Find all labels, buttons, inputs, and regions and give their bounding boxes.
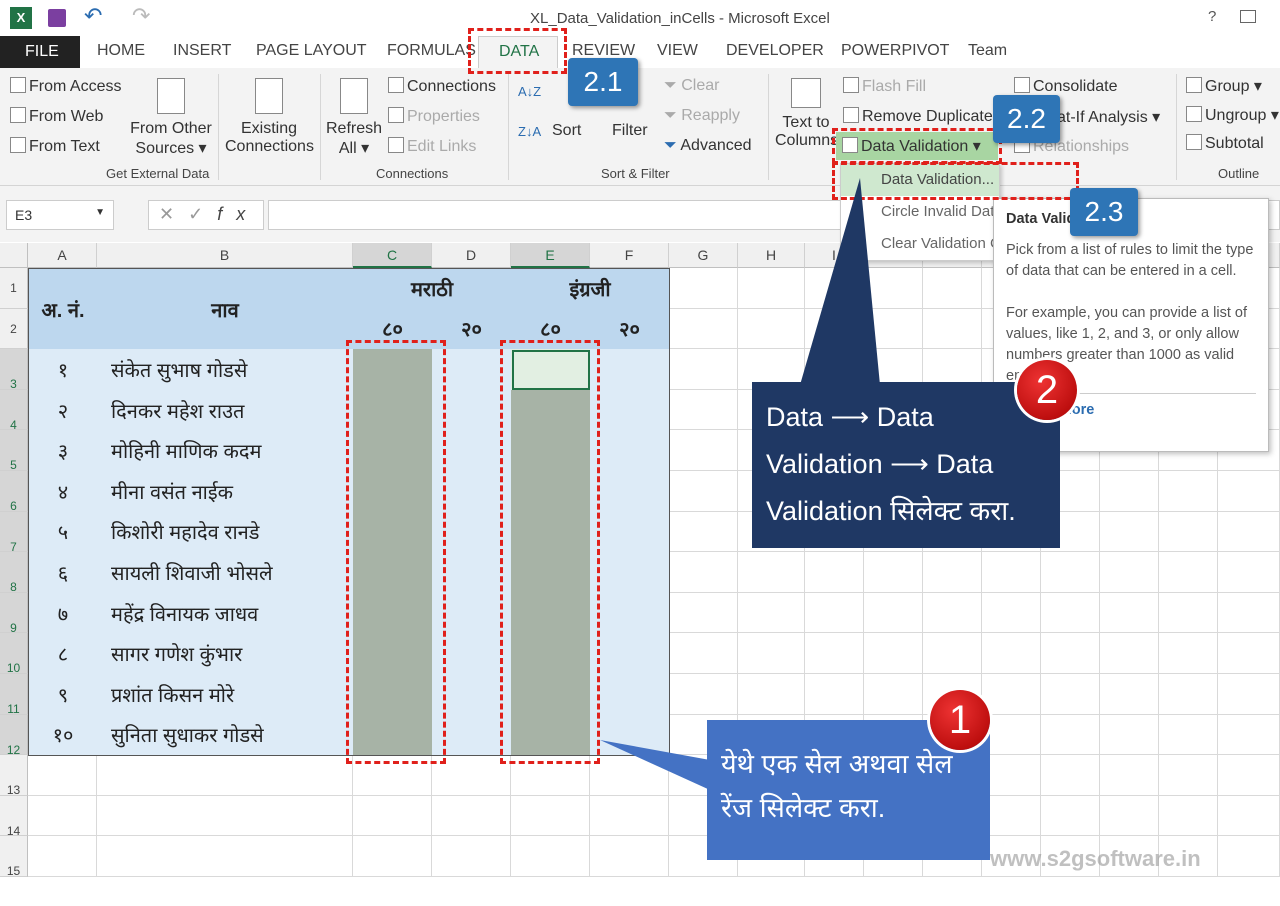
step-2-3-badge: 2.3 — [1070, 188, 1138, 236]
callout-pointers — [600, 178, 880, 790]
watermark: www.s2gsoftware.in — [990, 846, 1201, 871]
callout-1-pointer — [600, 740, 710, 790]
step-1-marker: 1 — [930, 690, 990, 750]
step-2-1-badge: 2.1 — [568, 58, 638, 106]
step-2-2-badge: 2.2 — [993, 95, 1060, 143]
step-2-marker: 2 — [1017, 360, 1077, 420]
callout-2: Data ⟶ Data Validation ⟶ Data Validation… — [752, 382, 1060, 548]
callout-2-pointer — [800, 178, 880, 385]
